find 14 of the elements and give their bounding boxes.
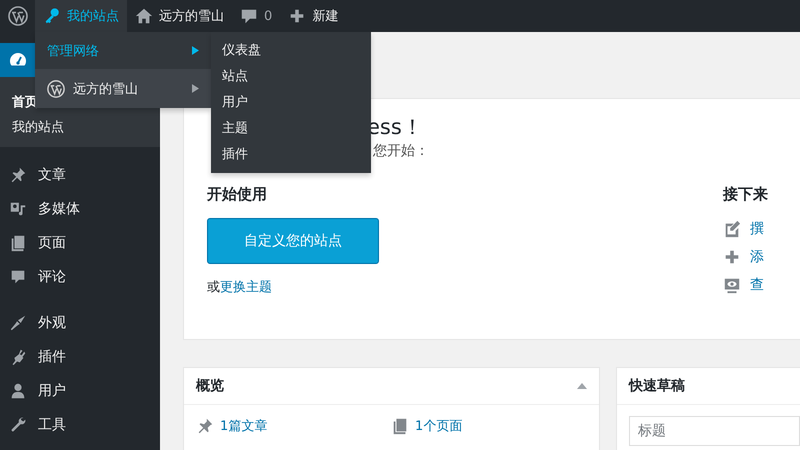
box-title: 概览 <box>196 377 224 395</box>
column-heading: 开始使用 <box>207 184 268 204</box>
menu-label: 页面 <box>38 234 66 252</box>
box-title: 快速草稿 <box>629 377 685 395</box>
menu-label: 用户 <box>38 382 66 400</box>
menu-label: 评论 <box>38 268 66 286</box>
welcome-subtitle: 您开始： <box>373 142 430 161</box>
column-heading: 接下来 <box>723 184 769 204</box>
menu-label: 工具 <box>38 416 66 434</box>
menu-label: 文章 <box>38 166 66 184</box>
or-text: 或 <box>207 279 220 296</box>
menu-label: 插件 <box>38 348 66 366</box>
menu-label: 外观 <box>38 314 66 332</box>
menu-label: 多媒体 <box>38 200 80 218</box>
